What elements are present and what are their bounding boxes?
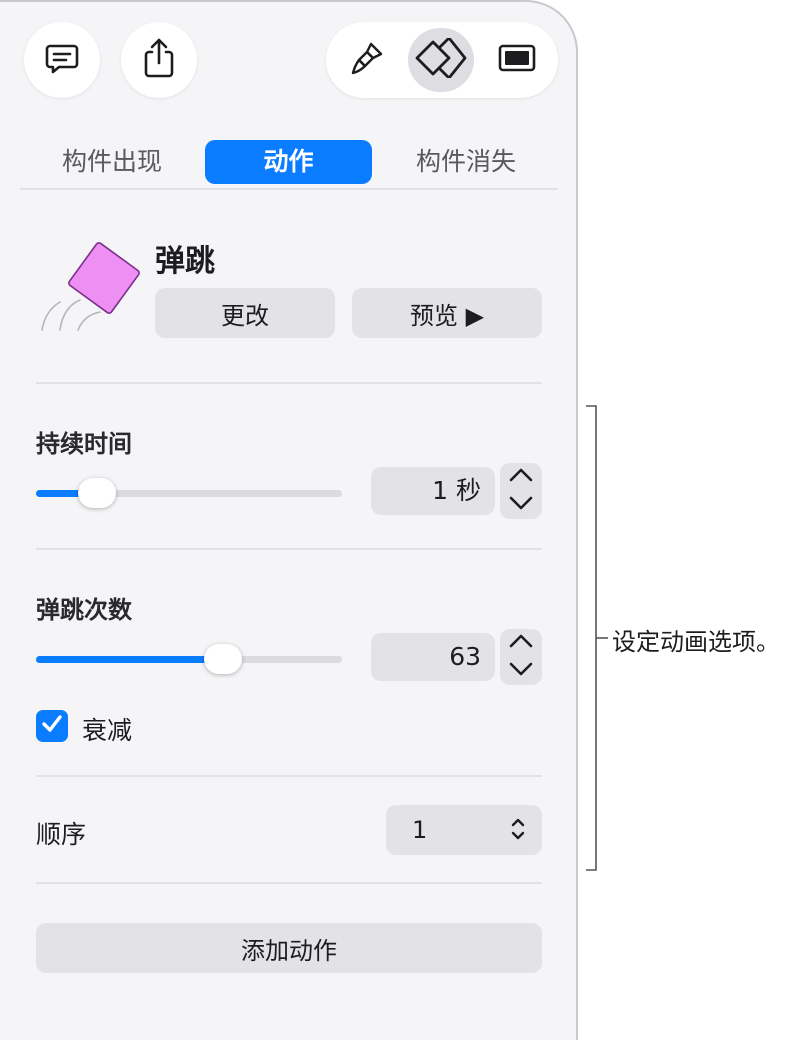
divider <box>36 882 542 884</box>
decay-label: 衰减 <box>82 716 133 745</box>
effect-name: 弹跳 <box>155 244 215 279</box>
checkmark-icon <box>41 714 63 738</box>
document-button[interactable] <box>484 28 550 92</box>
chevron-down-icon <box>508 661 534 681</box>
decay-checkbox[interactable] <box>36 710 68 742</box>
order-label: 顺序 <box>36 820 87 849</box>
bounce-count-slider-fill <box>36 656 223 663</box>
duration-slider[interactable] <box>36 478 342 508</box>
tab-build-in[interactable]: 构件出现 <box>40 140 184 184</box>
inspector-toolbar <box>326 22 558 98</box>
animate-button[interactable] <box>408 28 474 92</box>
share-icon <box>139 36 179 84</box>
document-icon <box>497 42 537 78</box>
order-value: 1 <box>412 816 428 844</box>
divider <box>36 775 542 777</box>
annotation-bracket <box>586 405 608 871</box>
duration-decrement-button[interactable] <box>500 491 542 519</box>
duration-increment-button[interactable] <box>500 463 542 491</box>
paintbrush-icon <box>347 38 387 82</box>
chevron-up-icon <box>508 467 534 487</box>
order-select[interactable]: 1 <box>386 805 542 855</box>
bounce-count-value-field[interactable]: 63 <box>371 633 495 681</box>
tab-action[interactable]: 动作 <box>205 140 372 184</box>
bounce-count-label: 弹跳次数 <box>36 596 132 624</box>
divider <box>36 548 542 550</box>
format-button[interactable] <box>334 28 400 92</box>
animate-inspector-panel: 构件出现 动作 构件消失 弹跳 更改 预览 ▶ 持续时间 1 秒 弹跳次数 63… <box>0 0 578 1040</box>
duration-value-field[interactable]: 1 秒 <box>371 467 495 515</box>
comment-icon <box>42 38 82 82</box>
bounce-count-increment-button[interactable] <box>500 629 542 657</box>
chevron-updown-icon <box>510 816 526 848</box>
change-effect-button[interactable]: 更改 <box>155 288 335 338</box>
add-action-button[interactable]: 添加动作 <box>36 923 542 973</box>
effect-thumbnail <box>32 238 144 334</box>
annotation-text: 设定动画选项。 <box>612 628 780 656</box>
duration-label: 持续时间 <box>36 430 132 458</box>
tab-build-out[interactable]: 构件消失 <box>394 140 538 184</box>
tab-divider <box>20 188 558 190</box>
share-button[interactable] <box>121 22 197 98</box>
duration-slider-thumb[interactable] <box>78 478 116 508</box>
bounce-count-slider-thumb[interactable] <box>204 644 242 674</box>
animate-icon <box>415 37 467 82</box>
comment-button[interactable] <box>24 22 100 98</box>
divider <box>36 382 542 384</box>
preview-button[interactable]: 预览 ▶ <box>352 288 542 338</box>
bounce-count-slider[interactable] <box>36 644 342 674</box>
duration-stepper <box>500 463 542 519</box>
bounce-count-decrement-button[interactable] <box>500 657 542 685</box>
bounce-count-stepper <box>500 629 542 685</box>
chevron-up-icon <box>508 633 534 653</box>
chevron-down-icon <box>508 495 534 515</box>
